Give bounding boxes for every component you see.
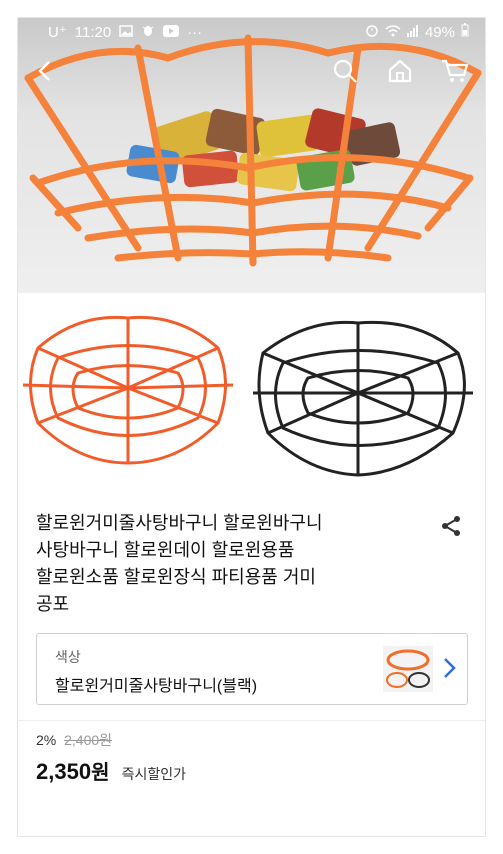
youtube-icon: [163, 24, 180, 41]
original-price: 2,400원: [64, 732, 113, 748]
battery-icon: [461, 23, 469, 41]
current-price-row: 2,350원 즉시할인가: [36, 756, 186, 785]
search-button[interactable]: [328, 54, 362, 88]
app-frame: U⁺ 11:20 ··· 49% 할로윈거미줄사탕바구니 할로윈바구니 사탕바구…: [18, 18, 485, 836]
time-label: 11:20: [74, 23, 112, 41]
product-title-area: 할로윈거미줄사탕바구니 할로윈바구니 사탕바구니 할로윈데이 할로윈용품 할로윈…: [36, 510, 436, 618]
option-value: 할로윈거미줄사탕바구니(블랙): [55, 678, 258, 695]
discount-row: 2% 2,400원: [36, 730, 186, 750]
carrier-label: U⁺: [48, 24, 67, 41]
product-title-line-2: 사탕바구니 할로윈데이 할로윈용품: [36, 540, 295, 560]
black-basket-illustration: [253, 320, 473, 477]
cart-icon: [442, 59, 469, 82]
status-bar: U⁺ 11:20 ··· 49%: [18, 18, 485, 46]
home-icon: [388, 59, 412, 83]
product-variant-images: [18, 293, 485, 493]
discount-rate: 2%: [36, 732, 57, 748]
back-arrow-icon: [38, 61, 50, 81]
search-icon: [333, 59, 357, 83]
orange-basket-illustration: [22, 315, 234, 465]
section-divider: [18, 720, 485, 721]
share-icon: [442, 516, 460, 536]
chevron-right-icon: [444, 658, 456, 678]
variant-baskets-illustration: [22, 315, 473, 477]
option-thumbnail: [383, 646, 433, 692]
bug-icon: [141, 23, 155, 41]
gallery-icon: [119, 24, 133, 41]
signal-icon: [406, 24, 419, 41]
cart-button[interactable]: [438, 54, 472, 88]
color-option-selector[interactable]: 색상 할로윈거미줄사탕바구니(블랙): [36, 633, 468, 705]
product-hero-image[interactable]: U⁺ 11:20 ··· 49%: [18, 18, 485, 293]
more-dots: ···: [187, 23, 203, 41]
home-button[interactable]: [383, 54, 417, 88]
top-navbar: [18, 54, 485, 90]
option-label: 색상: [55, 649, 81, 665]
back-button[interactable]: [28, 54, 62, 88]
candy-pile: [126, 108, 401, 192]
alarm-icon: [365, 23, 379, 41]
price-unit: 원: [91, 762, 110, 784]
product-title-line-3: 할로윈소품 할로윈장식 파티용품 거미: [36, 567, 316, 587]
instant-discount-tag: 즉시할인가: [121, 766, 186, 782]
product-title-line-4: 공포: [36, 594, 70, 614]
current-price: 2,350: [36, 759, 92, 784]
wifi-icon: [385, 24, 401, 41]
product-title-line-1: 할로윈거미줄사탕바구니 할로윈바구니: [36, 513, 323, 533]
share-button[interactable]: [439, 514, 463, 538]
battery-label: 49%: [424, 23, 455, 41]
price-area: 2% 2,400원 2,350원 즉시할인가: [36, 730, 186, 785]
